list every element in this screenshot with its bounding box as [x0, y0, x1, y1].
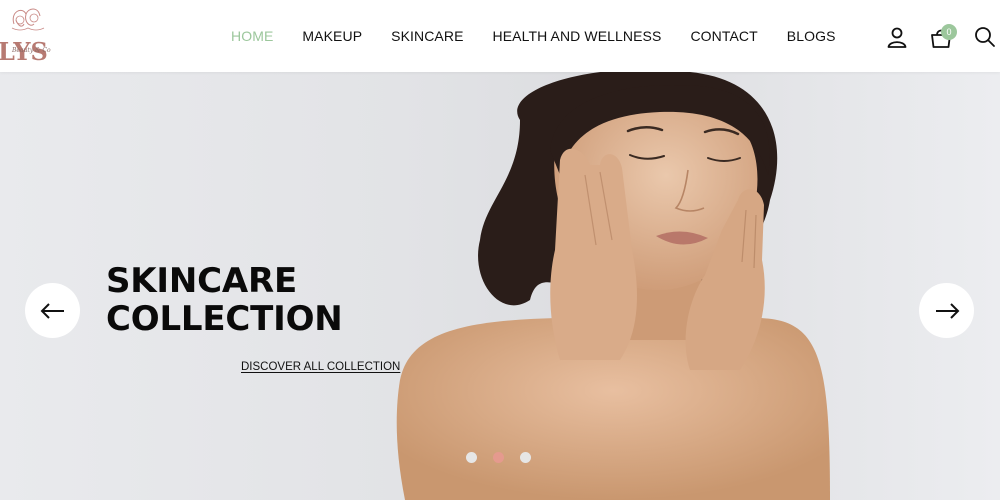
hero-title-line-2: COLLECTION: [106, 299, 343, 339]
discover-collection-link[interactable]: DISCOVER ALL COLLECTION: [241, 361, 400, 373]
slider-next-button[interactable]: [919, 283, 974, 338]
hero-title-line-1: SKINCARE: [106, 261, 298, 301]
cart-count-badge: 0: [941, 24, 957, 40]
hero-slider: SKINCARE COLLECTION DISCOVER ALL COLLECT…: [0, 72, 1000, 500]
nav-contact[interactable]: CONTACT: [690, 28, 757, 44]
main-nav: HOME MAKEUP SKINCARE HEALTH AND WELLNESS…: [231, 0, 836, 72]
nav-skincare[interactable]: SKINCARE: [391, 28, 463, 44]
arrow-right-icon: [935, 302, 959, 319]
user-icon[interactable]: [885, 25, 909, 49]
arrow-left-icon: [40, 302, 64, 319]
nav-makeup[interactable]: MAKEUP: [302, 28, 362, 44]
nav-home[interactable]: HOME: [231, 28, 273, 44]
slider-dot-1[interactable]: [466, 452, 477, 463]
nav-health-and-wellness[interactable]: HEALTH AND WELLNESS: [493, 28, 662, 44]
brand-logo[interactable]: LYS Beauty & Co: [0, 2, 66, 68]
nav-blogs[interactable]: BLOGS: [787, 28, 836, 44]
search-icon[interactable]: [973, 25, 997, 49]
logo-script: Beauty & Co: [11, 47, 51, 54]
site-header: LYS Beauty & Co HOME MAKEUP SKINCARE HEA…: [0, 0, 1000, 72]
slider-prev-button[interactable]: [25, 283, 80, 338]
slider-dot-3[interactable]: [520, 452, 531, 463]
slider-dots: [466, 452, 547, 463]
slider-dot-2[interactable]: [493, 452, 504, 463]
logo-mark: LYS Beauty & Co: [0, 8, 51, 66]
hero-title: SKINCARE COLLECTION: [106, 262, 406, 338]
